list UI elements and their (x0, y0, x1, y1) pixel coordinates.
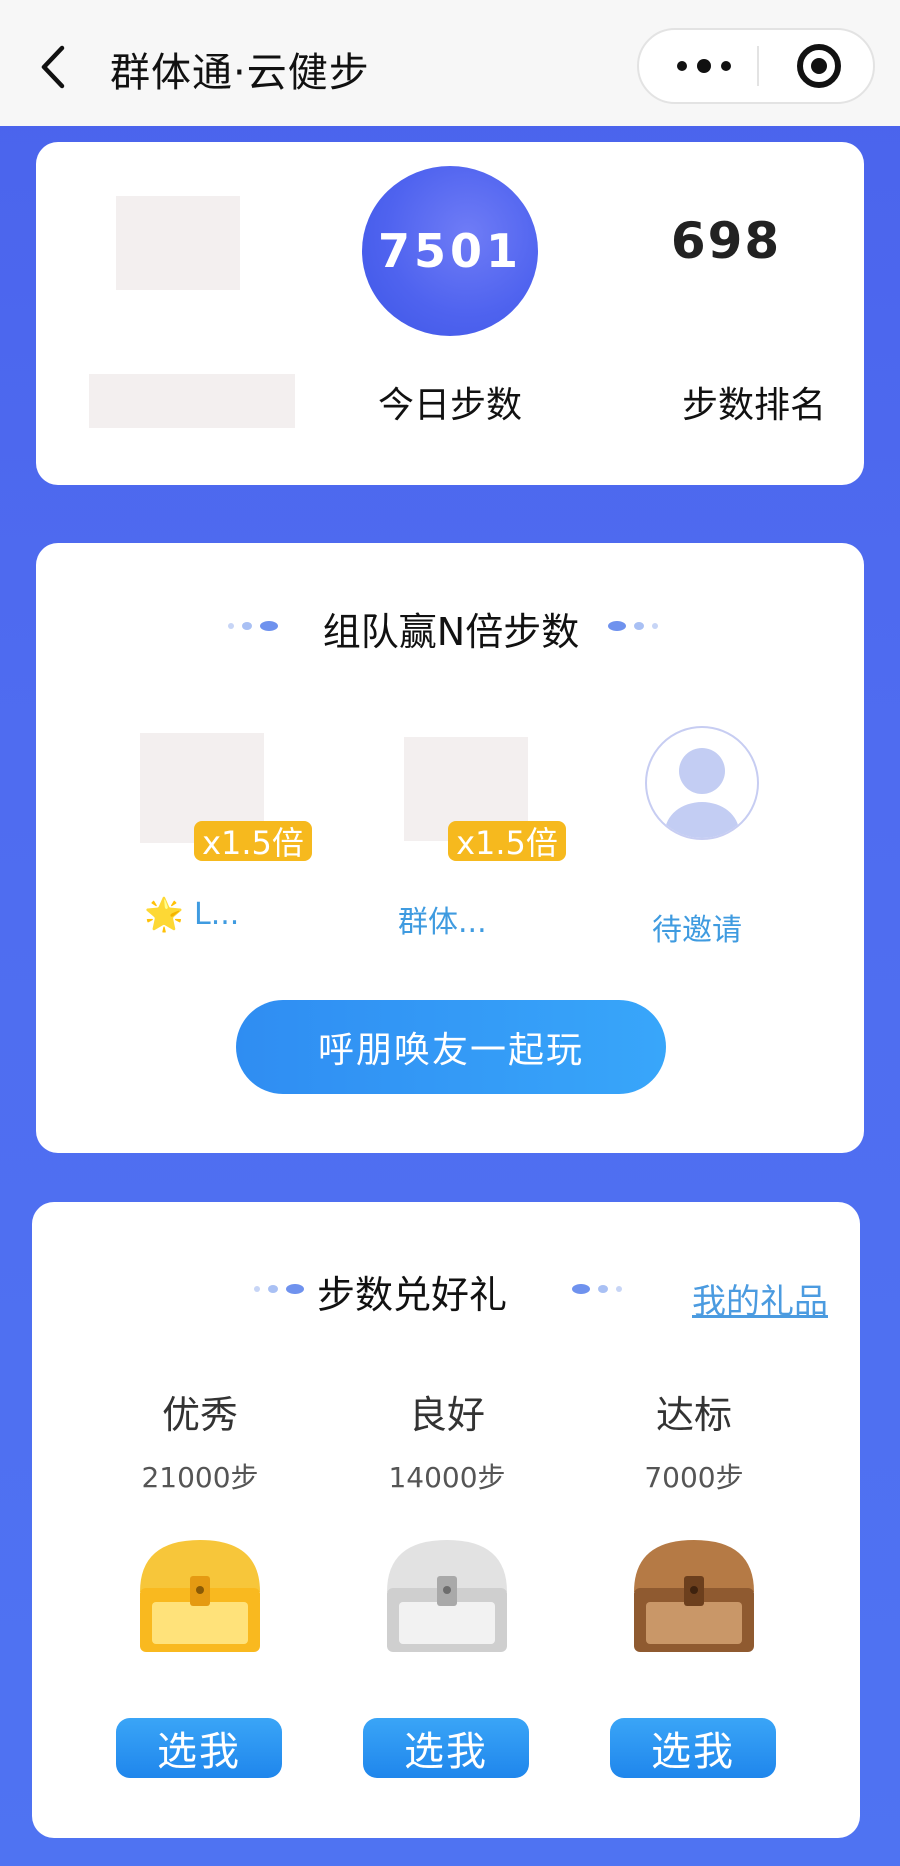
gifts-title: 步数兑好礼 (316, 1273, 507, 1317)
invite-friends-button[interactable]: 呼朋唤友一起玩 (236, 1000, 666, 1094)
multiplier-badge: x1.5倍 (194, 821, 312, 862)
gifts-card: 步数兑好礼 我的礼品 优秀 21000步 选我 良好 14000步 选我 达标 … (32, 1202, 860, 1838)
close-program-icon[interactable] (797, 44, 841, 88)
page-title: 群体通·云健步 (110, 50, 370, 96)
tier-label: 良好 (408, 1393, 485, 1437)
multiplier-badge: x1.5倍 (448, 821, 566, 862)
tier-steps: 14000步 (388, 1461, 506, 1494)
tier-steps: 21000步 (141, 1461, 259, 1494)
title-decoration-left (254, 1284, 304, 1294)
gold-chest-icon (140, 1540, 260, 1652)
title-decoration-left (228, 621, 278, 631)
team-card: 组队赢N倍步数 x1.5倍 🌟 L... x1.5倍 群体... 待邀请 呼朋唤… (36, 543, 864, 1153)
select-gift-button[interactable]: 选我 (116, 1718, 282, 1778)
invite-pending-label[interactable]: 待邀请 (652, 905, 742, 949)
silver-chest-icon (387, 1540, 507, 1652)
bronze-chest-icon (634, 1540, 754, 1652)
rank-label: 步数排名 (681, 385, 826, 426)
today-steps-label: 今日步数 (377, 385, 522, 426)
stats-card: 7501 698 今日步数 步数排名 (36, 142, 864, 485)
select-gift-button[interactable]: 选我 (610, 1718, 776, 1778)
star-icon: 🌟 (144, 895, 184, 933)
my-gifts-link[interactable]: 我的礼品 (692, 1274, 828, 1323)
user-placeholder-icon[interactable] (645, 726, 759, 840)
user-name-redacted (89, 374, 295, 428)
member-name: 群体... (398, 905, 487, 940)
back-arrow-icon[interactable] (36, 44, 72, 90)
team-title: 组队赢N倍步数 (322, 610, 580, 654)
user-avatar-redacted (116, 196, 240, 290)
today-steps-value: 7501 (377, 224, 523, 278)
capsule-divider (757, 46, 759, 86)
title-decoration-right (572, 1284, 622, 1294)
tier-label: 达标 (655, 1393, 732, 1437)
top-nav-bar: 群体通·云健步 (0, 0, 900, 126)
more-menu-icon[interactable] (669, 30, 739, 102)
member-name: L... (194, 897, 240, 932)
title-decoration-right (608, 621, 658, 631)
today-steps-circle: 7501 (362, 166, 538, 336)
rank-value: 698 (670, 212, 782, 270)
tier-label: 优秀 (161, 1393, 238, 1437)
mini-program-capsule (637, 28, 875, 104)
tier-steps: 7000步 (644, 1461, 744, 1494)
select-gift-button[interactable]: 选我 (363, 1718, 529, 1778)
